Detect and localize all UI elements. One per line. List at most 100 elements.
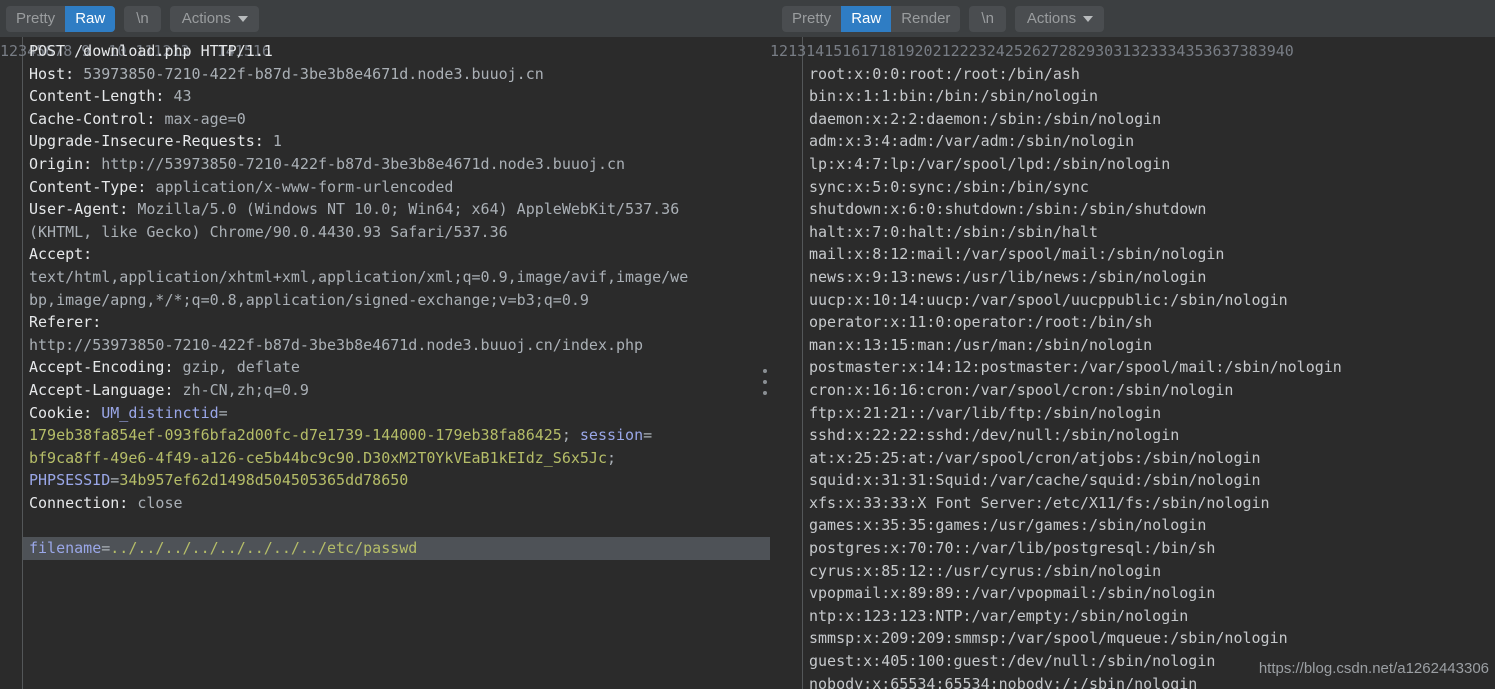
response-line-numbers: 1213141516171819202122232425262728293031… xyxy=(770,37,1294,689)
response-view-mode-group: Pretty Raw Render xyxy=(782,5,961,32)
code-token: POST /download.php HTTP/1.1 xyxy=(29,42,273,60)
code-token: Connection: xyxy=(29,493,138,512)
code-token: Host: xyxy=(29,64,84,83)
response-line: root:x:0:0:root:/root:/bin/ash xyxy=(809,64,1080,83)
response-actions-button[interactable]: Actions xyxy=(1015,6,1104,32)
response-line: sync:x:5:0:sync:/sbin:/bin/sync xyxy=(809,177,1089,196)
request-line: text/html,application/xhtml+xml,applicat… xyxy=(29,266,770,289)
request-line: Host: 53973850-7210-422f-b87d-3be3b8e467… xyxy=(29,63,770,86)
code-token: Referer: xyxy=(29,313,102,332)
code-token: Origin: xyxy=(29,154,102,173)
request-pretty-button[interactable]: Pretty xyxy=(6,6,65,32)
code-token: ; xyxy=(561,426,580,445)
response-line: cron:x:16:16:cron:/var/spool/cron:/sbin/… xyxy=(809,380,1234,399)
code-token: http://53973850-7210-422f-b87d-3be3b8e46… xyxy=(29,335,644,354)
request-line: Referer: xyxy=(29,311,770,334)
code-token: http://53973850-7210-422f-b87d-3be3b8e46… xyxy=(101,154,626,173)
request-line-numbers: 12345678 9 10 111213 141516 xyxy=(0,37,271,689)
request-actions-label: Actions xyxy=(181,10,231,27)
code-token: 179eb38fa854ef-093f6bfa2d00fc-d7e1739-14… xyxy=(29,426,562,445)
response-line: squid:x:31:31:Squid:/var/cache/squid:/sb… xyxy=(809,471,1261,490)
response-newline-button[interactable]: \n xyxy=(969,6,1006,32)
code-token: Accept-Encoding: xyxy=(29,358,183,377)
code-token: zh-CN,zh;q=0.9 xyxy=(182,380,309,399)
code-token: max-age=0 xyxy=(164,109,246,128)
request-line: http://53973850-7210-422f-b87d-3be3b8e46… xyxy=(29,334,770,357)
request-line: POST /download.php HTTP/1.1 xyxy=(29,40,770,63)
response-line: operator:x:11:0:operator:/root:/bin/sh xyxy=(809,313,1153,332)
code-token: 34b957ef62d1498d504505365dd78650 xyxy=(119,471,409,490)
request-line: PHPSESSID=34b957ef62d1498d504505365dd786… xyxy=(29,469,770,492)
request-raw-button[interactable]: Raw xyxy=(65,5,116,32)
response-newline-group: \n xyxy=(969,5,1006,32)
response-line: lp:x:4:7:lp:/var/spool/lpd:/sbin/nologin xyxy=(809,154,1171,173)
response-line: postgres:x:70:70::/var/lib/postgresql:/b… xyxy=(809,539,1216,558)
editor-panes: 12345678 9 10 111213 141516 POST /downlo… xyxy=(0,37,1495,689)
code-token: bp,image/apng,*/*;q=0.8,application/sign… xyxy=(29,290,589,309)
code-token: filename xyxy=(29,539,102,558)
response-line: mail:x:8:12:mail:/var/spool/mail:/sbin/n… xyxy=(809,245,1225,264)
response-pretty-button[interactable]: Pretty xyxy=(782,6,841,32)
request-newline-button[interactable]: \n xyxy=(124,6,161,32)
code-token: text/html,application/xhtml+xml,applicat… xyxy=(29,267,689,286)
request-line: bp,image/apng,*/*;q=0.8,application/sign… xyxy=(29,289,770,312)
response-line: halt:x:7:0:halt:/sbin:/sbin/halt xyxy=(809,222,1098,241)
response-line: at:x:25:25:at:/var/spool/cron/atjobs:/sb… xyxy=(809,448,1261,467)
toolbars-row: Pretty Raw \n Actions Pretty Raw Render … xyxy=(0,0,1495,37)
code-token: 1 xyxy=(272,132,282,151)
request-line: Content-Length: 43 xyxy=(29,85,770,108)
response-line: nobody:x:65534:65534:nobody:/:/sbin/nolo… xyxy=(809,674,1198,689)
request-line: Content-Type: application/x-www-form-url… xyxy=(29,176,770,199)
response-line xyxy=(809,40,1495,63)
request-view-mode-group: Pretty Raw xyxy=(6,5,116,32)
response-line: ftp:x:21:21::/var/lib/ftp:/sbin/nologin xyxy=(809,403,1162,422)
chevron-down-icon xyxy=(1083,15,1094,22)
response-toolbar: Pretty Raw Render \n Actions xyxy=(770,0,1495,37)
request-code-area[interactable]: POST /download.php HTTP/1.1 Host: 5397385… xyxy=(23,37,770,689)
code-token: Accept-Language: xyxy=(29,380,183,399)
code-token: PHPSESSID xyxy=(29,471,111,490)
response-line: shutdown:x:6:0:shutdown:/sbin:/sbin/shut… xyxy=(809,200,1207,219)
response-line: postmaster:x:14:12:postmaster:/var/spool… xyxy=(809,358,1342,377)
response-line: adm:x:3:4:adm:/var/adm:/sbin/nologin xyxy=(809,132,1135,151)
response-line: smmsp:x:209:209:smmsp:/var/spool/mqueue:… xyxy=(809,629,1288,648)
response-line: man:x:13:15:man:/usr/man:/sbin/nologin xyxy=(809,335,1153,354)
response-actions-group: Actions xyxy=(1014,5,1105,32)
request-actions-button[interactable]: Actions xyxy=(170,6,259,32)
response-line: games:x:35:35:games:/usr/games:/sbin/nol… xyxy=(809,516,1207,535)
code-token: = xyxy=(643,426,653,445)
code-token: Content-Length: xyxy=(29,87,174,106)
code-token: Mozilla/5.0 (Windows NT 10.0; Win64; x64… xyxy=(137,200,680,219)
code-token: gzip, deflate xyxy=(182,358,300,377)
code-token: = xyxy=(101,539,111,558)
response-line: xfs:x:33:33:X Font Server:/etc/X11/fs:/s… xyxy=(809,493,1270,512)
response-line: sshd:x:22:22:sshd:/dev/null:/sbin/nologi… xyxy=(809,426,1180,445)
code-token: Accept: xyxy=(29,245,93,264)
burp-repeater-window: Pretty Raw \n Actions Pretty Raw Render … xyxy=(0,0,1495,689)
response-code-area[interactable]: root:x:0:0:root:/root:/bin/ash bin:x:1:1:… xyxy=(803,37,1495,689)
chevron-down-icon xyxy=(237,15,248,22)
response-vertical-scrollbar[interactable] xyxy=(1491,37,1495,689)
code-token: 43 xyxy=(173,87,192,106)
response-editor-pane: 1213141516171819202122232425262728293031… xyxy=(770,37,1495,689)
request-toolbar: Pretty Raw \n Actions xyxy=(0,0,770,37)
request-editor-pane: 12345678 9 10 111213 141516 POST /downlo… xyxy=(0,37,770,689)
code-token: = xyxy=(110,471,120,490)
request-line: bf9ca8ff-49e6-4f49-a126-ce5b44bc9c90.D30… xyxy=(29,447,770,470)
response-raw-button[interactable]: Raw xyxy=(841,5,892,32)
request-line: Cache-Control: max-age=0 xyxy=(29,108,770,131)
response-line: bin:x:1:1:bin:/bin:/sbin/nologin xyxy=(809,87,1098,106)
request-line: Origin: http://53973850-7210-422f-b87d-3… xyxy=(29,153,770,176)
code-token: application/x-www-form-urlencoded xyxy=(155,177,454,196)
code-token: session xyxy=(579,426,644,445)
code-token: Cookie: xyxy=(29,403,102,422)
request-line: (KHTML, like Gecko) Chrome/90.0.4430.93 … xyxy=(29,221,770,244)
request-line: Cookie: UM_distinctid= xyxy=(29,402,770,425)
request-newline-group: \n xyxy=(124,5,161,32)
pane-splitter-grip-left[interactable] xyxy=(760,369,769,395)
code-token: (KHTML, like Gecko) Chrome/90.0.4430.93 … xyxy=(29,222,508,241)
response-line: news:x:9:13:news:/usr/lib/news:/sbin/nol… xyxy=(809,267,1207,286)
code-token: UM_distinctid xyxy=(101,403,219,422)
response-render-button[interactable]: Render xyxy=(891,6,960,32)
response-line: daemon:x:2:2:daemon:/sbin:/sbin/nologin xyxy=(809,109,1162,128)
